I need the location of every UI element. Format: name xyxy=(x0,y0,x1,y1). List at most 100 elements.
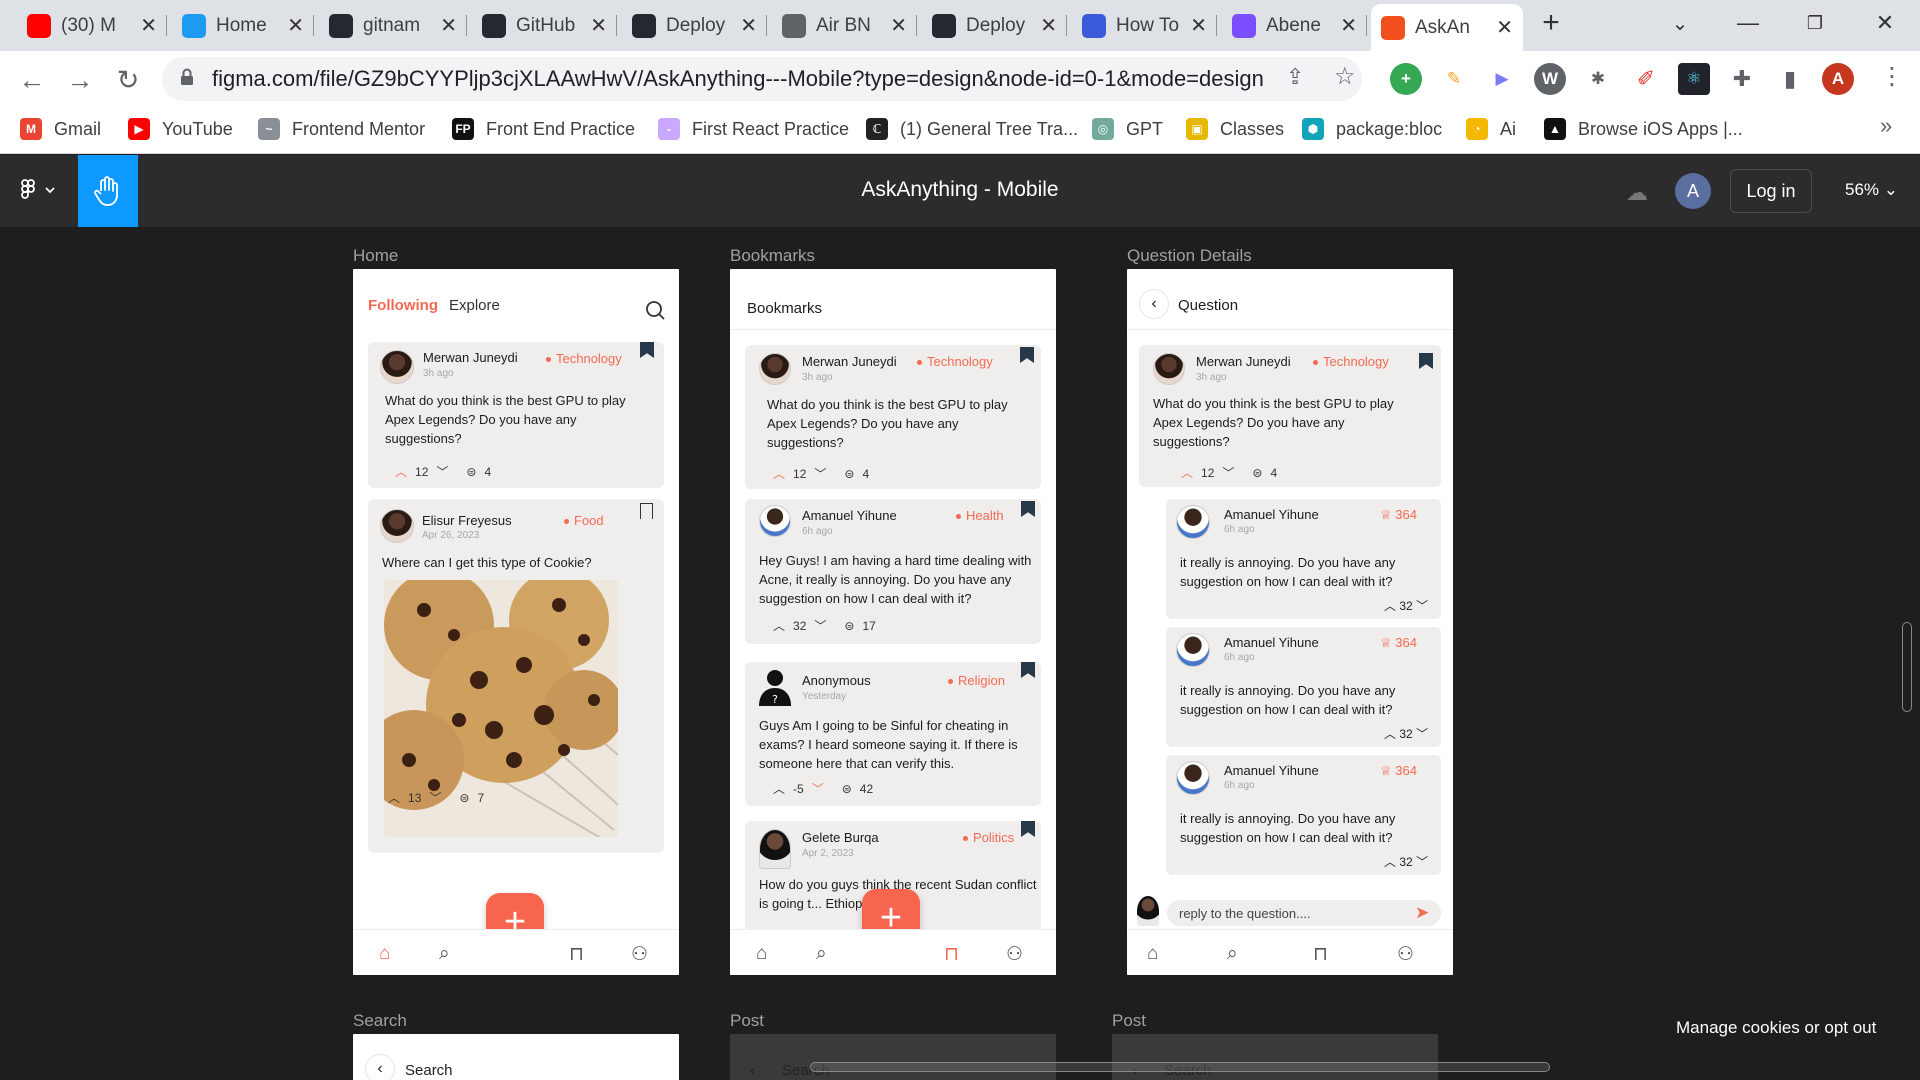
bookmark-star-icon[interactable]: ☆ xyxy=(1334,62,1356,91)
upvote-icon[interactable]: ︿ xyxy=(1384,727,1396,741)
back-icon[interactable]: ‹ xyxy=(365,1054,395,1080)
search-icon[interactable] xyxy=(645,300,665,325)
upvote-icon[interactable]: ︿ xyxy=(388,789,400,806)
comment-icon[interactable]: ⊜ xyxy=(842,782,852,796)
bookmark-icon[interactable] xyxy=(1021,662,1035,678)
figma-user-avatar[interactable]: A xyxy=(1675,173,1711,209)
post-card[interactable]: Merwan Juneydi 3h ago Technology What do… xyxy=(368,342,664,488)
bookmark-nav-icon[interactable]: ⊓ xyxy=(569,943,584,966)
restore-icon[interactable]: ❐ xyxy=(1782,0,1848,46)
category-tag[interactable]: Religion xyxy=(948,673,1005,688)
downvote-icon[interactable]: ﹀ xyxy=(812,780,824,797)
upvote-icon[interactable]: ︿ xyxy=(1384,855,1396,869)
comment-icon[interactable]: ⊜ xyxy=(466,465,476,479)
bookmark-outline-icon[interactable] xyxy=(640,503,653,519)
category-tag[interactable]: Technology xyxy=(1313,354,1389,369)
home-nav-icon[interactable]: ⌂ xyxy=(379,943,390,965)
answer-card[interactable]: Amanuel Yihune 6h ago ♕ 364 it really is an… xyxy=(1166,499,1441,619)
close-tab-icon[interactable]: ✕ xyxy=(740,13,757,38)
downvote-icon[interactable]: ﹀ xyxy=(814,465,826,482)
browser-tab[interactable]: gitnam ✕ xyxy=(319,6,467,45)
bookmark-item[interactable]: ~ Frontend Mentor xyxy=(258,113,425,145)
bookmark-item[interactable]: ▲ Browse iOS Apps |... xyxy=(1544,113,1743,145)
post-card[interactable]: Merwan Juneydi 3h ago Technology What do… xyxy=(745,345,1041,489)
bookmark-item[interactable]: ◎ GPT xyxy=(1092,113,1163,145)
extension-bug-icon[interactable]: ✱ xyxy=(1582,63,1614,95)
bookmark-item[interactable]: FP Front End Practice xyxy=(452,113,635,145)
bookmark-item[interactable]: ◔ Ai xyxy=(1466,113,1516,145)
back-icon[interactable]: ‹ xyxy=(750,1062,755,1079)
home-nav-icon[interactable]: ⌂ xyxy=(1147,943,1158,965)
reload-icon[interactable]: ↻ xyxy=(106,58,150,102)
close-window-icon[interactable]: ✕ xyxy=(1852,0,1918,46)
extension-react-icon[interactable]: ⚛ xyxy=(1678,63,1710,95)
profile-nav-icon[interactable]: ⚇ xyxy=(631,943,648,966)
post-frame[interactable]: ‹ Search xyxy=(730,1034,1056,1080)
extension-pen-icon[interactable]: ✐ xyxy=(1630,63,1662,95)
category-tag[interactable]: Technology xyxy=(546,351,622,366)
answer-card[interactable]: Amanuel Yihune 6h ago ♕ 364 it really is an… xyxy=(1166,627,1441,747)
post-frame-2[interactable]: ‹ Search xyxy=(1112,1034,1438,1080)
profile-nav-icon[interactable]: ⚇ xyxy=(1397,943,1414,966)
horizontal-scrollbar[interactable] xyxy=(810,1062,1550,1072)
close-tab-icon[interactable]: ✕ xyxy=(1040,13,1057,38)
home-frame[interactable]: Following Explore Merwan Juneydi 3h ago … xyxy=(353,269,679,975)
search-nav-icon[interactable]: ⌕ xyxy=(1227,943,1238,965)
bookmark-item[interactable]: ▣ Classes xyxy=(1186,113,1284,145)
bookmark-item[interactable]: - First React Practice xyxy=(658,113,849,145)
downvote-icon[interactable]: ﹀ xyxy=(429,789,441,806)
close-tab-icon[interactable]: ✕ xyxy=(1496,15,1513,40)
answer-card[interactable]: Amanuel Yihune 6h ago ♕ 364 it really is an… xyxy=(1166,755,1441,875)
upvote-icon[interactable]: ︿ xyxy=(773,780,785,797)
search-nav-icon[interactable]: ⌕ xyxy=(439,943,450,965)
browser-tab[interactable]: How To ✕ xyxy=(1072,6,1217,45)
category-tag[interactable]: Health xyxy=(956,508,1004,523)
category-tag[interactable]: Politics xyxy=(963,830,1014,845)
downvote-icon[interactable]: ﹀ xyxy=(814,617,826,634)
upvote-icon[interactable]: ︿ xyxy=(395,463,407,480)
close-tab-icon[interactable]: ✕ xyxy=(440,13,457,38)
close-tab-icon[interactable]: ✕ xyxy=(590,13,607,38)
extension-play-icon[interactable]: ▶ xyxy=(1486,63,1518,95)
extension-color-picker-icon[interactable]: ✎ xyxy=(1438,63,1470,95)
chrome-menu-icon[interactable]: ⋮ xyxy=(1880,62,1904,91)
browser-tab[interactable]: GitHub ✕ xyxy=(472,6,617,45)
close-tab-icon[interactable]: ✕ xyxy=(287,13,304,38)
browser-tab[interactable]: (30) M ✕ xyxy=(17,6,167,45)
bookmark-nav-icon[interactable]: ⊓ xyxy=(944,943,959,966)
bookmark-icon[interactable] xyxy=(1419,353,1433,369)
search-nav-icon[interactable]: ⌕ xyxy=(816,943,827,965)
bookmark-item[interactable]: ℂ (1) General Tree Tra... xyxy=(866,113,1078,145)
bookmarks-frame[interactable]: Bookmarks Merwan Juneydi 3h ago Technolo… xyxy=(730,269,1056,975)
downvote-icon[interactable]: ﹀ xyxy=(1416,727,1428,741)
bookmark-icon[interactable] xyxy=(1021,821,1035,837)
profile-nav-icon[interactable]: ⚇ xyxy=(1006,943,1023,966)
post-card[interactable]: Amanuel Yihune 6h ago Health Hey Guys! I… xyxy=(745,499,1041,644)
browser-tab[interactable]: Deploy ✕ xyxy=(622,6,767,45)
bookmark-icon[interactable] xyxy=(640,342,654,358)
bookmark-icon[interactable] xyxy=(1020,347,1034,363)
extensions-puzzle-icon[interactable]: ✚ xyxy=(1726,63,1758,95)
close-tab-icon[interactable]: ✕ xyxy=(1340,13,1357,38)
browser-tab[interactable]: Air BN ✕ xyxy=(772,6,917,45)
profile-avatar[interactable]: A xyxy=(1822,63,1854,95)
comment-icon[interactable]: ⊜ xyxy=(459,791,469,805)
bookmark-item[interactable]: ⬢ package:bloc xyxy=(1302,113,1442,145)
browser-tab[interactable]: Home ✕ xyxy=(172,6,314,45)
send-icon[interactable]: ➤ xyxy=(1415,903,1429,923)
vertical-scrollbar[interactable] xyxy=(1902,622,1912,712)
browser-tab[interactable]: AskAn ✕ xyxy=(1371,4,1523,51)
back-icon[interactable]: ← xyxy=(10,58,54,102)
forward-icon[interactable]: → xyxy=(58,58,102,102)
category-tag[interactable]: Food xyxy=(564,513,604,528)
bookmark-icon[interactable] xyxy=(1021,501,1035,517)
comment-icon[interactable]: ⊜ xyxy=(1252,466,1262,480)
close-tab-icon[interactable]: ✕ xyxy=(1190,13,1207,38)
question-frame[interactable]: ‹ Question Merwan Juneydi 3h ago Technol… xyxy=(1127,269,1453,975)
extension-w-icon[interactable]: W xyxy=(1534,63,1566,95)
question-card[interactable]: Merwan Juneydi 3h ago Technology What do… xyxy=(1139,345,1441,487)
side-panel-icon[interactable]: ▮ xyxy=(1774,63,1806,95)
new-tab-button[interactable]: + xyxy=(1534,6,1568,40)
downvote-icon[interactable]: ﹀ xyxy=(1416,599,1428,613)
zoom-level[interactable]: 56% ⌄ xyxy=(1845,180,1898,200)
